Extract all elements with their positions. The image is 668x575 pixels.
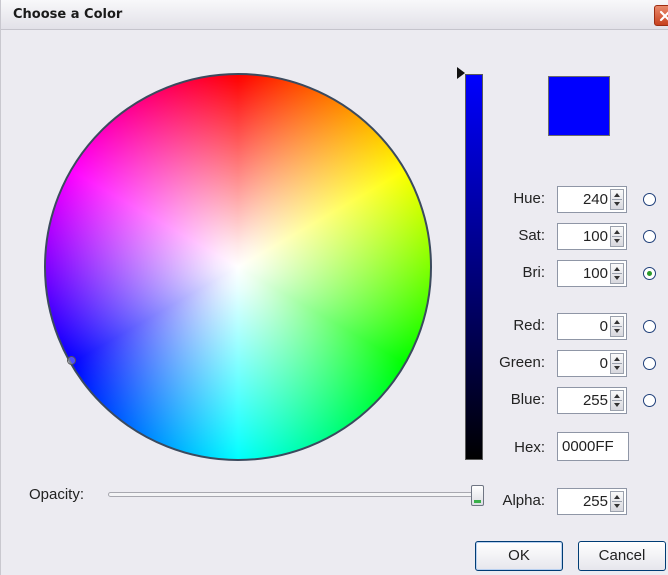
- spinner-up-icon[interactable]: [614, 193, 620, 197]
- hex-input[interactable]: 0000FF: [557, 432, 629, 461]
- color-chooser-dialog: Choose a Color Hue: 240 Sat: 100 Bri: 10…: [0, 0, 668, 575]
- radio-selected-dot: [647, 271, 652, 276]
- red-value: 0: [599, 318, 608, 335]
- spinner-up-icon[interactable]: [614, 495, 620, 499]
- blue-label: Blue:: [510, 391, 545, 408]
- spinner-up-icon[interactable]: [614, 230, 620, 234]
- blue-field[interactable]: 255: [557, 387, 627, 414]
- blue-spinner[interactable]: [610, 390, 624, 411]
- green-radio[interactable]: [643, 357, 656, 370]
- blue-radio[interactable]: [643, 394, 656, 407]
- close-button[interactable]: [654, 5, 668, 26]
- alpha-field[interactable]: 255: [557, 488, 627, 515]
- spinner-up-icon[interactable]: [614, 320, 620, 324]
- red-field[interactable]: 0: [557, 313, 627, 340]
- blue-value: 255: [582, 392, 608, 409]
- red-label: Red:: [513, 317, 545, 334]
- ok-button[interactable]: OK: [475, 541, 563, 571]
- spinner-down-icon[interactable]: [614, 366, 620, 370]
- spinner-up-icon[interactable]: [614, 267, 620, 271]
- hue-field[interactable]: 240: [557, 186, 627, 213]
- sat-field[interactable]: 100: [557, 223, 627, 250]
- spinner-down-icon[interactable]: [614, 329, 620, 333]
- spinner-down-icon[interactable]: [614, 504, 620, 508]
- spinner-down-icon[interactable]: [614, 403, 620, 407]
- alpha-value: 255: [582, 493, 608, 510]
- bri-field[interactable]: 100: [557, 260, 627, 287]
- green-label: Green:: [499, 354, 545, 371]
- green-spinner[interactable]: [610, 353, 624, 374]
- sat-label: Sat:: [518, 227, 545, 244]
- cancel-button[interactable]: Cancel: [578, 541, 666, 571]
- green-field[interactable]: 0: [557, 350, 627, 377]
- sat-radio[interactable]: [643, 230, 656, 243]
- hue-spinner[interactable]: [610, 189, 624, 210]
- spinner-down-icon[interactable]: [614, 276, 620, 280]
- hue-value: 240: [582, 191, 608, 208]
- title-bar[interactable]: Choose a Color: [1, 0, 668, 30]
- close-icon: [659, 10, 668, 22]
- alpha-spinner[interactable]: [610, 491, 624, 512]
- alpha-label: Alpha:: [502, 492, 545, 509]
- bri-spinner[interactable]: [610, 263, 624, 284]
- spinner-up-icon[interactable]: [614, 394, 620, 398]
- opacity-label: Opacity:: [29, 486, 85, 503]
- hex-label: Hex:: [514, 439, 545, 456]
- brightness-pointer-icon[interactable]: [457, 67, 465, 79]
- green-value: 0: [599, 355, 608, 372]
- red-radio[interactable]: [643, 320, 656, 333]
- sat-value: 100: [582, 228, 608, 245]
- spinner-up-icon[interactable]: [614, 357, 620, 361]
- hue-radio[interactable]: [643, 193, 656, 206]
- color-wheel[interactable]: [44, 73, 432, 461]
- red-spinner[interactable]: [610, 316, 624, 337]
- bri-label: Bri:: [522, 264, 546, 281]
- spinner-down-icon[interactable]: [614, 202, 620, 206]
- window-title: Choose a Color: [13, 7, 123, 22]
- hue-label: Hue:: [513, 190, 545, 207]
- sat-spinner[interactable]: [610, 226, 624, 247]
- color-wheel-selection-marker[interactable]: [67, 356, 76, 365]
- bri-value: 100: [582, 265, 608, 282]
- spinner-down-icon[interactable]: [614, 239, 620, 243]
- current-color-swatch: [548, 76, 610, 136]
- opacity-slider-track[interactable]: [108, 492, 480, 497]
- bri-radio[interactable]: [643, 267, 656, 280]
- color-wheel-area[interactable]: [43, 72, 438, 462]
